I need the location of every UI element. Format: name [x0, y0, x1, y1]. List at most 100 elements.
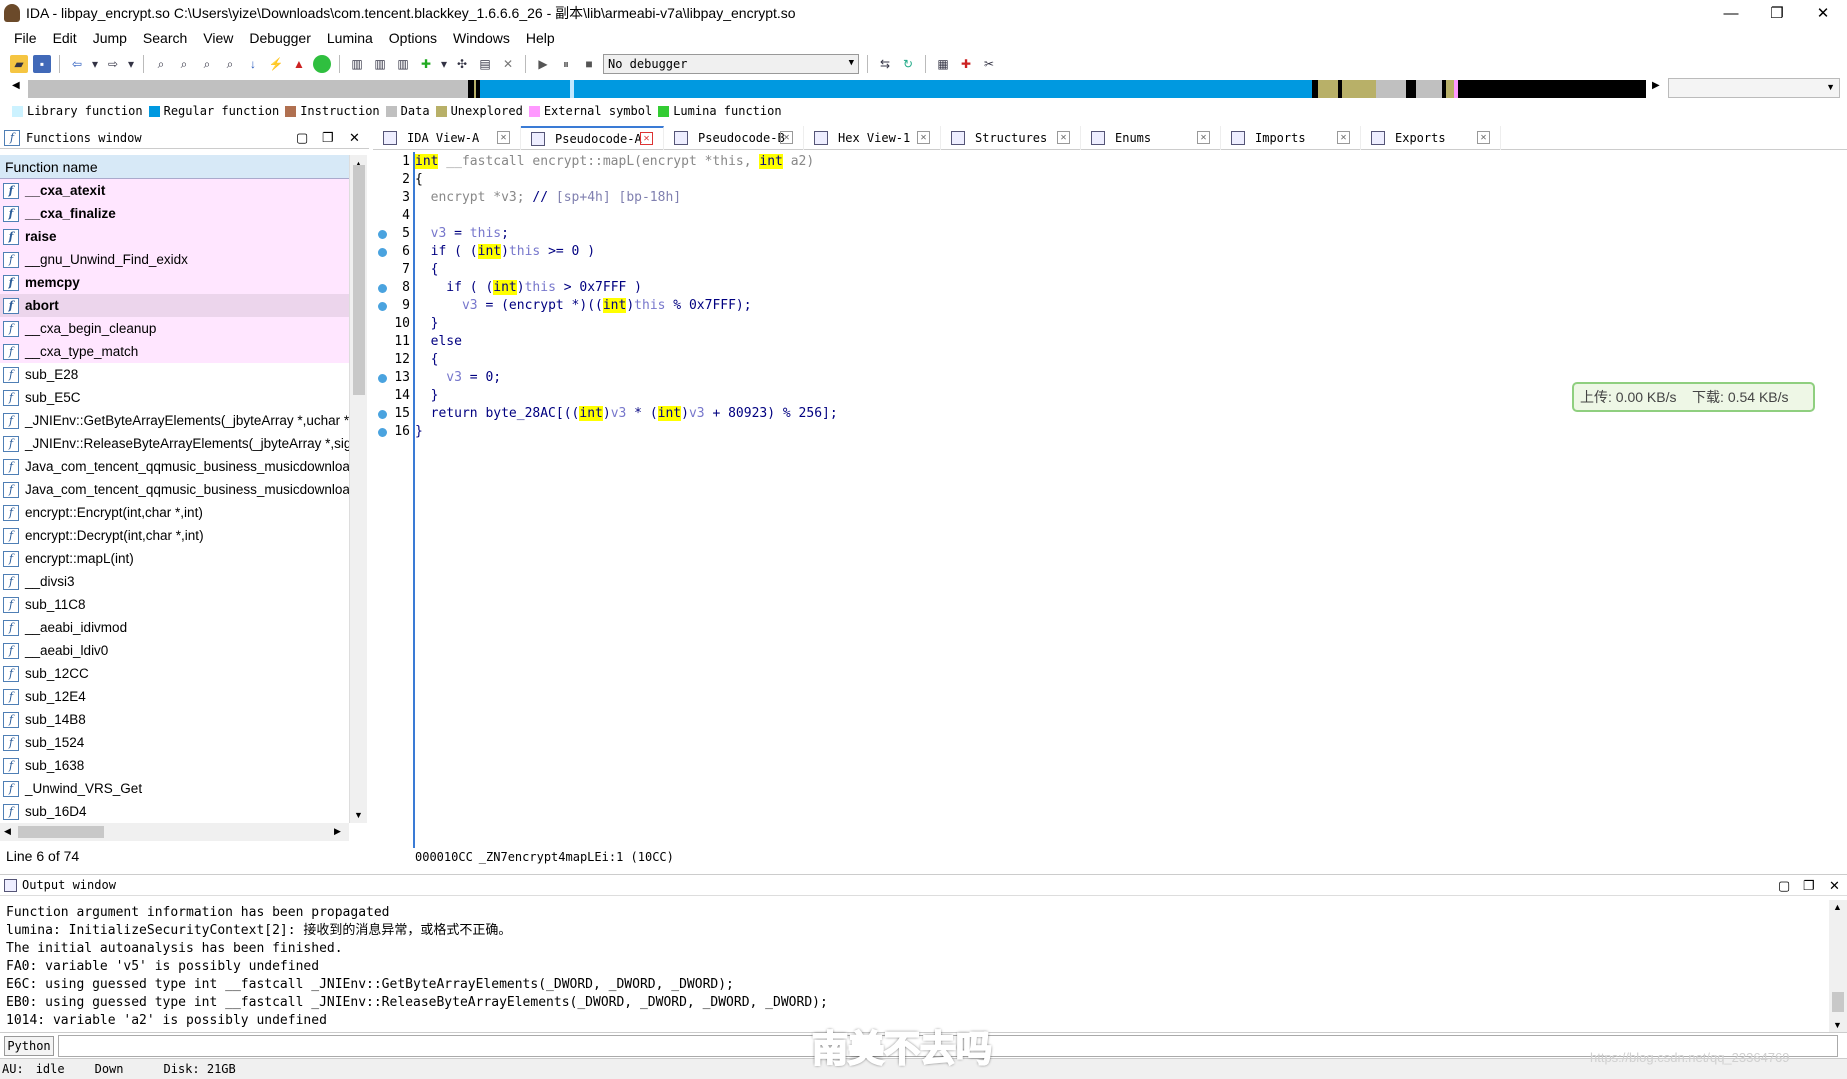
data-icon[interactable]: ▥: [371, 55, 389, 73]
attach-icon[interactable]: ⇆: [876, 55, 894, 73]
functions-horizontal-scrollbar[interactable]: ◀ ▶: [0, 823, 349, 841]
close-icon[interactable]: ✕: [1829, 878, 1840, 894]
forward-icon[interactable]: ⇨: [104, 55, 122, 73]
functions-vertical-scrollbar[interactable]: ▲ ▼: [349, 155, 367, 823]
function-row[interactable]: f sub_11C8: [0, 593, 349, 616]
stop-icon[interactable]: ■: [580, 55, 598, 73]
function-row[interactable]: f sub_1638: [0, 754, 349, 777]
save-icon[interactable]: ▪: [33, 55, 51, 73]
function-row[interactable]: f __cxa_type_match: [0, 340, 349, 363]
float-icon[interactable]: ❐: [322, 130, 334, 146]
output-vertical-scrollbar[interactable]: ▲ ▼: [1829, 900, 1847, 1032]
nav-right-arrow-icon[interactable]: ▶: [1652, 80, 1660, 91]
function-row[interactable]: f __cxa_begin_cleanup: [0, 317, 349, 340]
scroll-thumb[interactable]: [353, 165, 365, 395]
function-row[interactable]: f __cxa_finalize: [0, 202, 349, 225]
code-line[interactable]: int __fastcall encrypt::mapL(encrypt *th…: [415, 153, 814, 171]
tab-imports[interactable]: Imports ✕: [1221, 125, 1361, 150]
menu-debugger[interactable]: Debugger: [241, 30, 319, 46]
scroll-down-icon[interactable]: ▼: [354, 810, 363, 820]
array-icon[interactable]: ▤: [476, 55, 494, 73]
undefine-icon[interactable]: ✣: [453, 55, 471, 73]
tab-hex-view-1[interactable]: Hex View-1 ✕: [804, 125, 941, 150]
function-row[interactable]: f abort: [0, 294, 349, 317]
code-line[interactable]: {: [415, 171, 423, 189]
forward-dropdown-icon[interactable]: ▾: [127, 55, 135, 73]
jump-xref-icon[interactable]: ⚡: [267, 55, 285, 73]
functions-list[interactable]: f __cxa_atexit f __cxa_finalize f raise f __gnu…: [0, 179, 349, 823]
function-name-column-header[interactable]: Function name: [0, 155, 349, 179]
breakpoint-dot-icon[interactable]: [378, 374, 387, 383]
code-line[interactable]: {: [415, 261, 439, 279]
function-row[interactable]: f sub_E5C: [0, 386, 349, 409]
run-script-icon[interactable]: [313, 55, 331, 73]
tab-enums[interactable]: Enums ✕: [1081, 125, 1221, 150]
tab-close-icon[interactable]: ✕: [1197, 131, 1210, 144]
code-line[interactable]: else: [415, 333, 462, 351]
tab-close-icon[interactable]: ✕: [1477, 131, 1490, 144]
menu-lumina[interactable]: Lumina: [319, 30, 381, 46]
tab-exports[interactable]: Exports ✕: [1361, 125, 1501, 150]
tab-pseudocode-a[interactable]: Pseudocode-A ✕: [521, 125, 664, 150]
close-button[interactable]: ✕: [1800, 0, 1846, 26]
close-icon[interactable]: ✕: [349, 130, 360, 146]
code-line[interactable]: }: [415, 387, 439, 405]
breakpoint-dot-icon[interactable]: [378, 284, 387, 293]
nav-left-arrow-icon[interactable]: ◀: [12, 80, 20, 91]
function-row[interactable]: f encrypt::Encrypt(int,char *,int): [0, 501, 349, 524]
minimize-button[interactable]: —: [1708, 0, 1754, 26]
scroll-thumb[interactable]: [18, 826, 104, 838]
menu-view[interactable]: View: [195, 30, 241, 46]
graph-icon[interactable]: ▲: [290, 55, 308, 73]
search-immediate-icon[interactable]: ⌕: [198, 55, 216, 73]
code-icon[interactable]: ▥: [348, 55, 366, 73]
function-row[interactable]: f Java_com_tencent_qqmusic_business_music…: [0, 478, 349, 501]
search-next-icon[interactable]: ⌕: [221, 55, 239, 73]
code-line[interactable]: }: [415, 315, 439, 333]
code-line[interactable]: [415, 207, 423, 225]
code-line[interactable]: if ( (int)this > 0x7FFF ): [415, 279, 642, 297]
code-line[interactable]: v3 = (encrypt *)((int)this % 0x7FFF);: [415, 297, 752, 315]
function-row[interactable]: f __divsi3: [0, 570, 349, 593]
navigation-band[interactable]: [28, 80, 1646, 98]
tab-structures[interactable]: Structures ✕: [941, 125, 1081, 150]
add-breakpoint-icon[interactable]: ✚: [957, 55, 975, 73]
maximize-icon[interactable]: ▢: [1778, 878, 1790, 894]
function-row[interactable]: f sub_16D4: [0, 800, 349, 823]
code-line[interactable]: }: [415, 423, 423, 441]
play-icon[interactable]: ▶: [534, 55, 552, 73]
function-row[interactable]: f __gnu_Unwind_Find_exidx: [0, 248, 349, 271]
restore-button[interactable]: ❐: [1754, 0, 1800, 26]
breakpoint-dot-icon[interactable]: [378, 248, 387, 257]
menu-edit[interactable]: Edit: [45, 30, 85, 46]
refresh-icon[interactable]: ↻: [899, 55, 917, 73]
python-button[interactable]: Python: [4, 1035, 54, 1056]
pause-icon[interactable]: ⏸: [557, 55, 575, 73]
breakpoint-dot-icon[interactable]: [378, 428, 387, 437]
code-line[interactable]: return byte_28AC[((int)v3 * (int)v3 + 80…: [415, 405, 838, 423]
delete-icon[interactable]: ✕: [499, 55, 517, 73]
pseudocode-view[interactable]: int __fastcall encrypt::mapL(encrypt *th…: [413, 152, 1847, 848]
function-row[interactable]: f __aeabi_idivmod: [0, 616, 349, 639]
tab-close-icon[interactable]: ✕: [1057, 131, 1070, 144]
code-line[interactable]: v3 = 0;: [415, 369, 501, 387]
tab-close-icon[interactable]: ✕: [497, 131, 510, 144]
debugger-select[interactable]: No debugger ▼: [603, 54, 859, 74]
tab-close-icon[interactable]: ✕: [640, 132, 653, 145]
breakpoint-dot-icon[interactable]: [378, 230, 387, 239]
output-log[interactable]: Function argument information has been p…: [6, 904, 1826, 1032]
function-row[interactable]: f sub_14B8: [0, 708, 349, 731]
tab-close-icon[interactable]: ✕: [917, 131, 930, 144]
add-icon[interactable]: ✚: [417, 55, 435, 73]
function-row[interactable]: f sub_12CC: [0, 662, 349, 685]
scroll-right-icon[interactable]: ▶: [334, 826, 341, 837]
function-row[interactable]: f encrypt::mapL(int): [0, 547, 349, 570]
back-icon[interactable]: ⇦: [68, 55, 86, 73]
code-line[interactable]: if ( (int)this >= 0 ): [415, 243, 595, 261]
maximize-icon[interactable]: ▢: [296, 130, 308, 146]
function-row[interactable]: f Java_com_tencent_qqmusic_business_music…: [0, 455, 349, 478]
function-row[interactable]: f sub_1524: [0, 731, 349, 754]
float-icon[interactable]: ❐: [1803, 878, 1815, 894]
function-row[interactable]: f __cxa_atexit: [0, 179, 349, 202]
function-row[interactable]: f __aeabi_ldiv0: [0, 639, 349, 662]
